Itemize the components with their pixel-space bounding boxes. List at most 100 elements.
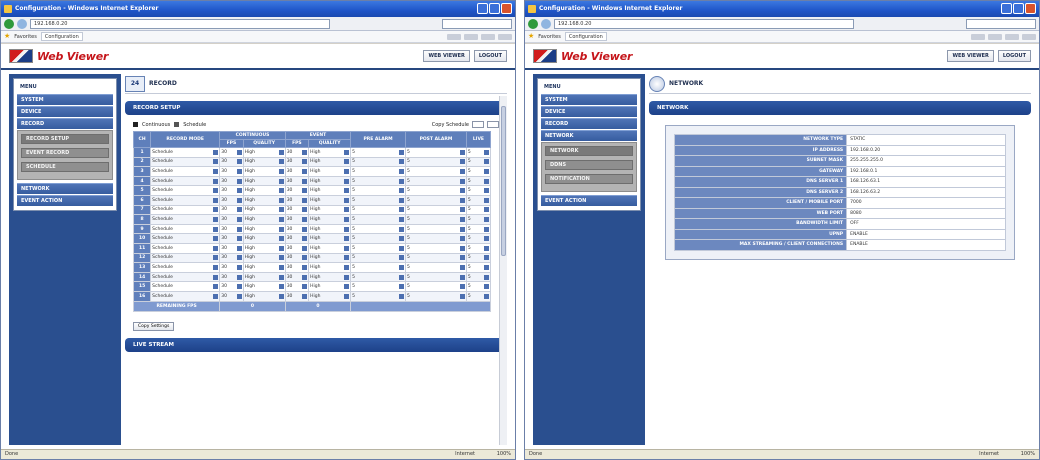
dropdown[interactable]: High xyxy=(310,236,350,242)
select-live[interactable]: 5 xyxy=(465,175,492,187)
dropdown-arrow-icon[interactable] xyxy=(459,207,465,213)
select-fps2[interactable]: 30 xyxy=(284,262,310,273)
select-fps2[interactable]: 30 xyxy=(284,156,310,168)
dropdown-arrow-icon[interactable] xyxy=(398,207,404,213)
dropdown[interactable]: High xyxy=(310,149,350,155)
select-q2[interactable]: High xyxy=(308,214,352,225)
dropdown-arrow-icon[interactable] xyxy=(398,264,404,270)
submenu-event-record[interactable]: EVENT RECORD xyxy=(21,148,109,158)
select-mode[interactable]: Schedule xyxy=(150,223,221,235)
dropdown-arrow-icon[interactable] xyxy=(484,274,489,280)
select-fps2[interactable]: 30 xyxy=(284,147,310,158)
select-mode[interactable]: Schedule xyxy=(150,185,221,196)
dropdown-arrow-icon[interactable] xyxy=(278,178,284,184)
dropdown-arrow-icon[interactable] xyxy=(344,264,350,270)
url-input[interactable]: 192.168.0.20 xyxy=(30,18,330,29)
dropdown[interactable]: Schedule xyxy=(152,293,219,299)
dropdown-arrow-icon[interactable] xyxy=(302,245,308,251)
dropdown-arrow-icon[interactable] xyxy=(344,293,350,299)
menu-item-event-action[interactable]: EVENT ACTION xyxy=(541,195,637,206)
select-pre[interactable]: 5 xyxy=(350,156,406,168)
dropdown-arrow-icon[interactable] xyxy=(278,197,284,203)
select-live[interactable]: 5 xyxy=(465,204,492,216)
field-value-input[interactable]: 168.126.63.1 xyxy=(846,176,1006,188)
copy-from-select[interactable] xyxy=(472,121,484,128)
dropdown-arrow-icon[interactable] xyxy=(213,255,219,261)
dropdown[interactable]: 5 xyxy=(407,264,465,270)
dropdown-arrow-icon[interactable] xyxy=(236,178,242,184)
maximize-icon[interactable] xyxy=(1013,3,1024,14)
dropdown[interactable]: 30 xyxy=(287,284,308,290)
dropdown[interactable]: High xyxy=(310,226,350,232)
dropdown[interactable]: 5 xyxy=(352,216,404,222)
dropdown-arrow-icon[interactable] xyxy=(484,188,489,194)
select-q2[interactable]: High xyxy=(308,262,352,273)
select-mode[interactable]: Schedule xyxy=(150,262,221,273)
dropdown-arrow-icon[interactable] xyxy=(344,159,350,165)
field-value-input[interactable]: 255.255.255.0 xyxy=(846,155,1006,167)
favorites-star-icon[interactable]: ★ xyxy=(4,33,10,40)
dropdown-arrow-icon[interactable] xyxy=(459,226,465,232)
dropdown-arrow-icon[interactable] xyxy=(344,188,350,194)
safety-menu-icon[interactable] xyxy=(481,33,495,40)
select-live[interactable]: 5 xyxy=(465,290,492,302)
submenu-schedule[interactable]: SCHEDULE xyxy=(21,162,109,172)
dropdown[interactable]: High xyxy=(245,284,284,290)
dropdown[interactable]: 30 xyxy=(221,293,242,299)
dropdown-arrow-icon[interactable] xyxy=(484,245,489,251)
dropdown-arrow-icon[interactable] xyxy=(278,255,284,261)
dropdown-arrow-icon[interactable] xyxy=(459,168,465,174)
select-pre[interactable]: 5 xyxy=(350,175,406,187)
dropdown-arrow-icon[interactable] xyxy=(213,168,219,174)
dropdown[interactable]: Schedule xyxy=(152,159,219,165)
select-mode[interactable]: Schedule xyxy=(150,194,221,206)
dropdown-arrow-icon[interactable] xyxy=(459,159,465,165)
dropdown-arrow-icon[interactable] xyxy=(484,264,489,270)
dropdown[interactable]: 30 xyxy=(287,293,308,299)
dropdown[interactable]: High xyxy=(245,245,284,251)
copy-to-select[interactable] xyxy=(487,121,499,128)
dropdown-arrow-icon[interactable] xyxy=(459,188,465,194)
web-viewer-button[interactable]: WEB VIEWER xyxy=(947,50,994,62)
select-q2[interactable]: High xyxy=(308,281,352,292)
dropdown-arrow-icon[interactable] xyxy=(398,197,404,203)
dropdown-arrow-icon[interactable] xyxy=(236,149,242,155)
select-mode[interactable]: Schedule xyxy=(150,166,221,177)
select-mode[interactable]: Schedule xyxy=(150,147,221,158)
web-viewer-button[interactable]: WEB VIEWER xyxy=(423,50,470,62)
dropdown-arrow-icon[interactable] xyxy=(278,293,284,299)
select-mode[interactable]: Schedule xyxy=(150,281,221,292)
submenu-network[interactable]: NETWORK xyxy=(545,146,633,156)
dropdown[interactable]: High xyxy=(310,207,350,213)
select-mode[interactable]: Schedule xyxy=(150,271,221,283)
select-live[interactable]: 5 xyxy=(465,194,492,206)
dropdown-arrow-icon[interactable] xyxy=(344,245,350,251)
dropdown[interactable]: 5 xyxy=(468,274,489,280)
dropdown[interactable]: 30 xyxy=(287,159,308,165)
select-q2[interactable]: High xyxy=(308,194,352,206)
dropdown-arrow-icon[interactable] xyxy=(213,245,219,251)
zoom-level[interactable]: 100% xyxy=(1021,450,1035,459)
dropdown[interactable]: 5 xyxy=(468,178,489,184)
dropdown-arrow-icon[interactable] xyxy=(236,293,242,299)
dropdown-arrow-icon[interactable] xyxy=(398,188,404,194)
select-live[interactable]: 5 xyxy=(465,223,492,235)
select-fps1[interactable]: 30 xyxy=(219,262,244,273)
dropdown[interactable]: 5 xyxy=(468,216,489,222)
dropdown-arrow-icon[interactable] xyxy=(344,284,350,290)
dropdown[interactable]: 30 xyxy=(287,245,308,251)
select-live[interactable]: 5 xyxy=(465,271,492,283)
dropdown-arrow-icon[interactable] xyxy=(459,293,465,299)
dropdown[interactable]: High xyxy=(245,197,284,203)
back-icon[interactable] xyxy=(528,18,538,29)
dropdown-arrow-icon[interactable] xyxy=(398,216,404,222)
dropdown[interactable]: Schedule xyxy=(152,178,219,184)
select-fps1[interactable]: 30 xyxy=(219,233,244,244)
copy-settings-button[interactable]: Copy Settings xyxy=(133,321,175,331)
dropdown[interactable]: Schedule xyxy=(152,255,219,261)
select-live[interactable]: 5 xyxy=(465,252,492,264)
select-q2[interactable]: High xyxy=(308,166,352,177)
dropdown-arrow-icon[interactable] xyxy=(213,226,219,232)
dropdown[interactable]: High xyxy=(310,168,350,174)
select-q1[interactable]: High xyxy=(242,166,286,177)
